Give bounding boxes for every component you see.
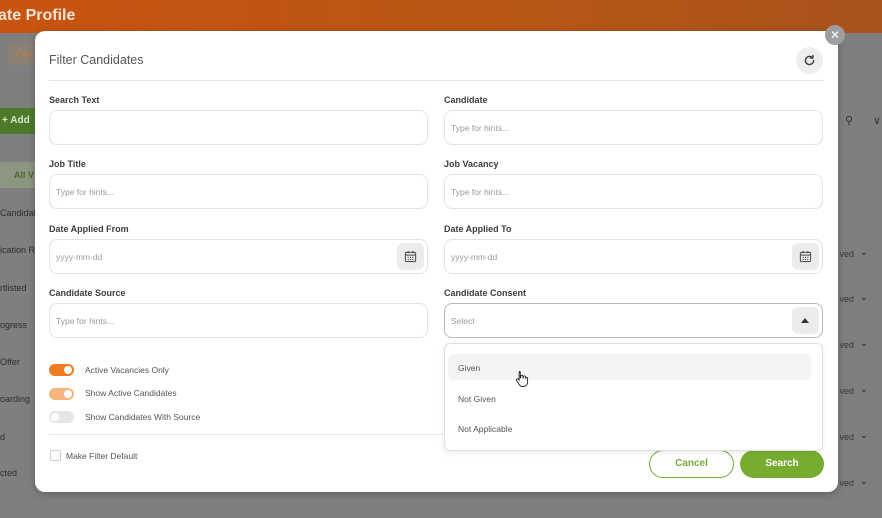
modal-title: Filter Candidates bbox=[49, 53, 144, 67]
row-status: ved bbox=[839, 478, 854, 488]
calendar-icon bbox=[404, 250, 417, 263]
app-header: ate Profile bbox=[0, 0, 882, 33]
toggle-knob bbox=[51, 413, 59, 421]
toggle-knob bbox=[64, 390, 72, 398]
active-vacancies-label: Active Vacancies Only bbox=[85, 365, 169, 375]
date-from-placeholder: yyyy-mm-dd bbox=[56, 252, 103, 262]
footer-divider bbox=[49, 434, 444, 435]
active-vacancies-toggle[interactable] bbox=[49, 364, 74, 376]
sidebar-item[interactable]: rtlisted bbox=[0, 283, 27, 293]
date-from-label: Date Applied From bbox=[49, 224, 129, 234]
sidebar-item[interactable]: Offer bbox=[0, 357, 20, 367]
sidebar-item[interactable]: d bbox=[0, 432, 5, 442]
date-from-input[interactable]: yyyy-mm-dd bbox=[49, 239, 428, 274]
make-filter-default-label: Make Filter Default bbox=[66, 451, 138, 461]
filter-candidates-modal: Filter Candidates Search Text Candidate … bbox=[35, 31, 838, 492]
row-status: ved bbox=[839, 386, 854, 396]
candidate-consent-value: Select bbox=[451, 316, 475, 326]
job-title-label: Job Title bbox=[49, 159, 86, 169]
show-active-candidates-label: Show Active Candidates bbox=[85, 388, 177, 398]
date-to-calendar-button[interactable] bbox=[792, 243, 819, 270]
search-icon[interactable]: ⚲ bbox=[845, 114, 853, 127]
sidebar-item[interactable]: Candidat bbox=[0, 208, 36, 218]
close-icon: ✕ bbox=[829, 28, 841, 42]
date-to-label: Date Applied To bbox=[444, 224, 512, 234]
sidebar-item[interactable]: oarding bbox=[0, 394, 30, 404]
sidebar-item[interactable]: cted bbox=[0, 468, 17, 478]
row-status: ved bbox=[839, 340, 854, 350]
toggle-knob bbox=[64, 366, 72, 374]
row-status: ved bbox=[839, 249, 854, 259]
row-status: ved bbox=[839, 294, 854, 304]
search-text-input[interactable] bbox=[49, 110, 428, 145]
filter-icon[interactable]: ∨ bbox=[873, 114, 881, 127]
title-divider bbox=[49, 80, 824, 81]
job-vacancy-label: Job Vacancy bbox=[444, 159, 499, 169]
show-candidates-with-source-toggle[interactable] bbox=[49, 411, 74, 423]
show-candidates-with-source-label: Show Candidates With Source bbox=[85, 412, 201, 422]
page-title: ate Profile bbox=[0, 7, 76, 24]
refresh-button[interactable] bbox=[796, 47, 823, 74]
date-from-calendar-button[interactable] bbox=[397, 243, 424, 270]
chevron-down-icon[interactable]: ⌄ bbox=[860, 247, 868, 258]
chevron-down-icon[interactable]: ⌄ bbox=[860, 430, 868, 441]
make-filter-default-checkbox[interactable] bbox=[50, 450, 61, 461]
sidebar-item[interactable]: ication R bbox=[0, 245, 35, 255]
candidate-source-input[interactable]: Type for hints... bbox=[49, 303, 428, 338]
date-to-input[interactable]: yyyy-mm-dd bbox=[444, 239, 823, 274]
candidate-consent-label: Candidate Consent bbox=[444, 288, 527, 298]
refresh-icon bbox=[804, 54, 815, 66]
cancel-button[interactable]: Cancel bbox=[649, 450, 734, 478]
candidate-consent-select[interactable]: Select bbox=[444, 303, 823, 338]
chevron-down-icon[interactable]: ⌄ bbox=[860, 292, 868, 303]
option-not-applicable[interactable]: Not Applicable bbox=[448, 415, 811, 441]
consent-dropdown-toggle[interactable] bbox=[792, 307, 819, 334]
candidate-label: Candidate bbox=[444, 95, 488, 105]
candidate-source-label: Candidate Source bbox=[49, 288, 126, 298]
add-button[interactable]: + Add bbox=[0, 108, 40, 134]
tab-all[interactable]: All V bbox=[0, 162, 40, 188]
calendar-icon bbox=[799, 250, 812, 263]
option-given[interactable]: Given bbox=[448, 354, 811, 380]
search-text-label: Search Text bbox=[49, 95, 100, 105]
sidebar-item[interactable]: ogress bbox=[0, 320, 27, 330]
date-to-placeholder: yyyy-mm-dd bbox=[451, 252, 498, 262]
chevron-down-icon[interactable]: ⌄ bbox=[860, 476, 868, 487]
hand-cursor-icon bbox=[515, 371, 529, 387]
candidate-input[interactable]: Type for hints... bbox=[444, 110, 823, 145]
option-not-given[interactable]: Not Given bbox=[448, 385, 811, 411]
job-title-input[interactable]: Type for hints... bbox=[49, 174, 428, 209]
caret-up-icon bbox=[801, 318, 809, 323]
chevron-down-icon[interactable]: ⌄ bbox=[860, 338, 868, 349]
job-vacancy-input[interactable]: Type for hints... bbox=[444, 174, 823, 209]
close-modal-button[interactable]: ✕ bbox=[825, 25, 845, 45]
chevron-down-icon[interactable]: ⌄ bbox=[860, 384, 868, 395]
search-button[interactable]: Search bbox=[740, 450, 824, 478]
consent-dropdown-menu: Given Not Given Not Applicable bbox=[444, 343, 823, 451]
show-active-candidates-toggle[interactable] bbox=[49, 388, 74, 400]
row-status: ved bbox=[839, 432, 854, 442]
